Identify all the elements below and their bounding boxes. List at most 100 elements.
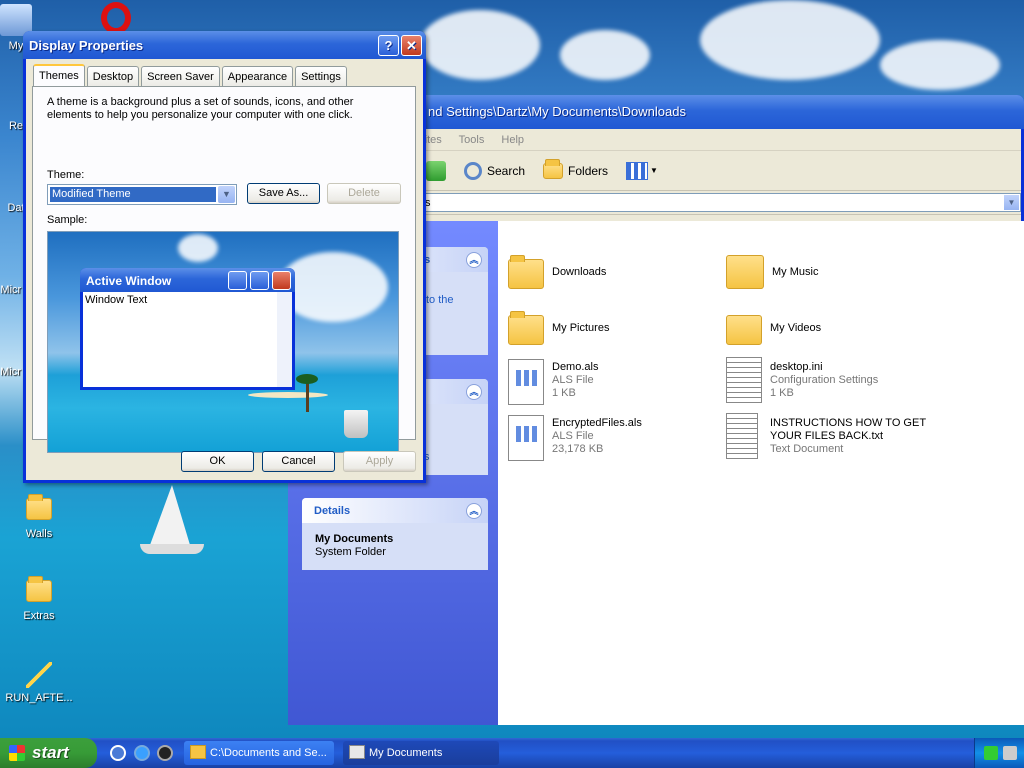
tray-icon[interactable] (1003, 746, 1017, 760)
folder-icon (26, 576, 52, 602)
desktop-icon-label: My (8, 40, 24, 52)
file-item-desktop-ini[interactable]: desktop.ini Configuration Settings 1 KB (726, 357, 878, 403)
theme-select[interactable]: Modified Theme ▼ (47, 184, 237, 205)
als-file-icon (508, 415, 544, 461)
music-folder-icon (726, 255, 764, 289)
apply-button[interactable]: Apply (343, 451, 416, 472)
folders-button[interactable]: Folders (543, 158, 608, 179)
taskbar-button-label: My Documents (369, 747, 443, 759)
file-name: INSTRUCTIONS HOW TO GET (770, 417, 927, 429)
theme-description: A theme is a background plus a set of so… (47, 96, 354, 121)
file-size: 23,178 KB (552, 443, 604, 455)
collapse-icon[interactable]: ︽ (466, 503, 482, 519)
folder-icon (726, 315, 762, 345)
sample-scrollbar (277, 292, 292, 387)
desktop-icon-label: Dat (7, 202, 25, 214)
dialog-title: Display Properties (29, 38, 144, 53)
tray-icon[interactable] (984, 746, 998, 760)
media-player-icon[interactable] (157, 745, 173, 761)
desktop-icon-label: RUN_AFTE... (5, 692, 73, 704)
dialog-icon (349, 745, 365, 759)
desktop-icon-extras[interactable]: Extras (1, 576, 77, 622)
palm-tree (296, 374, 318, 412)
themes-panel: A theme is a background plus a set of so… (32, 86, 416, 453)
wand-icon (26, 662, 52, 688)
file-item-my-music[interactable]: My Music (726, 251, 818, 289)
help-icon: ? (384, 38, 393, 53)
file-type: Configuration Settings (770, 374, 879, 386)
file-type: ALS File (552, 374, 594, 386)
folders-icon (543, 158, 564, 179)
address-dropdown-button[interactable]: ▼ (1004, 195, 1019, 210)
save-as-button[interactable]: Save As... (247, 183, 320, 204)
chevron-down-icon: ▼ (650, 166, 658, 175)
taskbar: start C:\Documents and Se... My Document… (0, 738, 1024, 768)
details-content: My Documents System Folder (302, 523, 488, 559)
ini-file-icon (726, 357, 762, 403)
desktop-icon-run-after[interactable]: RUN_AFTE... (1, 662, 77, 704)
folder-icon (508, 311, 544, 345)
menu-tools[interactable]: Tools (459, 134, 485, 146)
file-item-my-pictures[interactable]: My Pictures (508, 309, 609, 345)
sailboat (150, 485, 190, 545)
opera-icon[interactable] (101, 2, 131, 34)
file-name-line2: YOUR FILES BACK.txt (770, 430, 884, 442)
cancel-button[interactable]: Cancel (262, 451, 335, 472)
internet-explorer-icon[interactable] (134, 745, 150, 761)
taskbar-button-explorer[interactable]: C:\Documents and Se... (184, 741, 334, 765)
file-size: 1 KB (552, 387, 576, 399)
file-item-encrypted-als[interactable]: EncryptedFiles.als ALS File 23,178 KB (508, 415, 642, 461)
taskbar-button-my-documents[interactable]: My Documents (343, 741, 499, 765)
tab-desktop[interactable]: Desktop (86, 66, 140, 86)
details-title: Details (314, 505, 351, 517)
details-header[interactable]: Details ︽ (302, 498, 488, 523)
tab-screen-saver[interactable]: Screen Saver (141, 66, 220, 86)
collapse-icon[interactable]: ︽ (466, 384, 482, 400)
close-button[interactable]: ✕ (401, 35, 422, 56)
desktop-icon-label: Re (8, 120, 24, 132)
theme-sample-preview: Active Window Window Text (47, 231, 399, 453)
text-file-icon (726, 413, 758, 459)
system-tray (974, 738, 1024, 768)
start-button[interactable]: start (0, 738, 97, 768)
file-list: Downloads My Music My Pictures My Videos… (498, 221, 1024, 725)
folder-icon (508, 255, 544, 289)
desktop-icon-walls[interactable]: Walls (1, 494, 77, 540)
file-name: My Music (772, 266, 819, 278)
tab-strip: Themes Desktop Screen Saver Appearance S… (33, 64, 347, 86)
chevron-down-icon[interactable]: ▼ (218, 186, 235, 203)
tab-themes[interactable]: Themes (33, 64, 85, 86)
cloud (880, 40, 1000, 90)
file-item-instructions-txt[interactable]: INSTRUCTIONS HOW TO GET YOUR FILES BACK.… (726, 413, 926, 459)
recycle-bin-icon (344, 410, 368, 438)
delete-button[interactable]: Delete (327, 183, 401, 204)
details-name: My Documents (315, 533, 394, 545)
views-button[interactable]: ▼ (626, 161, 658, 180)
search-button[interactable]: Search (464, 161, 526, 180)
cloud (178, 234, 218, 262)
theme-select-value: Modified Theme (50, 187, 216, 202)
display-properties-dialog[interactable]: Display Properties ? ✕ Themes Desktop Sc… (23, 31, 426, 483)
file-name: My Pictures (552, 322, 610, 334)
desktop-quicklaunch-icon[interactable] (110, 745, 126, 761)
ok-button[interactable]: OK (181, 451, 254, 472)
tab-appearance[interactable]: Appearance (221, 66, 294, 86)
cloud (700, 0, 880, 80)
file-item-downloads[interactable]: Downloads (508, 253, 606, 289)
views-icon (626, 161, 649, 180)
file-name: EncryptedFiles.als (552, 417, 642, 429)
help-button[interactable]: ? (378, 35, 399, 56)
up-folder-button[interactable] (426, 160, 446, 181)
taskbar-button-label: C:\Documents and Se... (210, 747, 327, 759)
sailboat-hull (140, 544, 204, 554)
menu-help[interactable]: Help (501, 134, 524, 146)
desktop-icon-label: Extras (23, 610, 55, 622)
search-button-label: Search (487, 163, 526, 178)
file-item-my-videos[interactable]: My Videos (726, 309, 821, 345)
island (248, 392, 328, 398)
collapse-icon[interactable]: ︽ (466, 252, 482, 268)
tab-settings[interactable]: Settings (295, 66, 347, 86)
explorer-title: nd Settings\Dartz\My Documents\Downloads (428, 104, 686, 119)
file-item-demo-als[interactable]: Demo.als ALS File 1 KB (508, 359, 598, 405)
dialog-title-bar[interactable]: Display Properties ? ✕ (23, 31, 426, 59)
